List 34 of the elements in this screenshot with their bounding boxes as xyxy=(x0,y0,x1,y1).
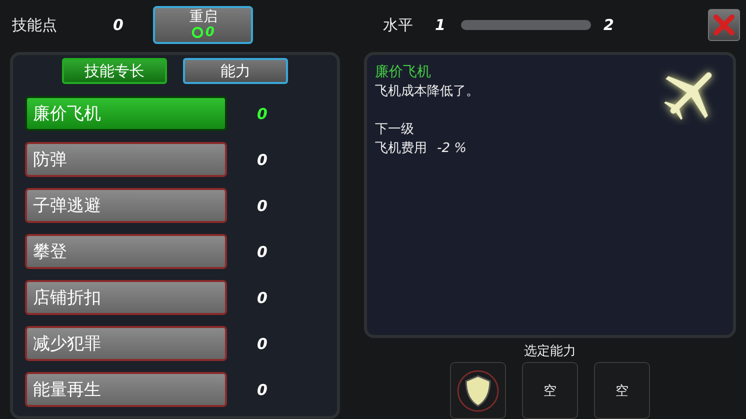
skill-level: 0 xyxy=(257,104,268,122)
skill-item[interactable]: 廉价飞机 xyxy=(25,96,227,131)
skill-level: 0 xyxy=(257,196,268,214)
skill-level: 0 xyxy=(257,380,268,398)
skill-points-value: 0 xyxy=(113,16,124,34)
skill-item[interactable]: 店铺折扣 xyxy=(25,280,227,315)
skill-points-label: 技能点 xyxy=(12,16,57,34)
next-level-heading: 下一级 xyxy=(375,121,415,139)
tab[interactable]: 技能专长 xyxy=(62,58,167,84)
skill-level: 0 xyxy=(257,150,268,168)
skill-level: 0 xyxy=(257,288,268,306)
skill-item[interactable]: 减少犯罪 xyxy=(25,326,227,361)
level-label: 水平 xyxy=(383,16,413,34)
skill-level: 0 xyxy=(257,334,268,352)
skill-item[interactable]: 能量再生 xyxy=(25,372,227,407)
skill-item[interactable]: 攀登 xyxy=(25,234,227,269)
shield-icon xyxy=(456,368,500,412)
ability-slot[interactable]: 空 xyxy=(594,362,650,419)
tab[interactable]: 能力 xyxy=(183,58,288,84)
reset-button[interactable]: 重启 0 xyxy=(153,6,254,44)
selected-abilities-label: 选定能力 xyxy=(524,343,576,360)
close-icon xyxy=(712,13,736,37)
skill-level: 0 xyxy=(257,242,268,260)
ability-slot[interactable] xyxy=(450,362,506,419)
skill-title: 廉价飞机 xyxy=(375,63,432,82)
effect-label: 飞机费用 xyxy=(375,140,427,158)
effect-value: -2 % xyxy=(437,140,466,158)
skill-item[interactable]: 子弹逃避 xyxy=(25,188,227,223)
ability-slot[interactable]: 空 xyxy=(522,362,578,419)
current-level: 1 xyxy=(435,16,446,34)
coin-icon xyxy=(192,27,204,38)
skill-item[interactable]: 防弹 xyxy=(25,142,227,177)
skill-description: 飞机成本降低了。 xyxy=(375,83,480,101)
next-level: 2 xyxy=(603,16,614,34)
